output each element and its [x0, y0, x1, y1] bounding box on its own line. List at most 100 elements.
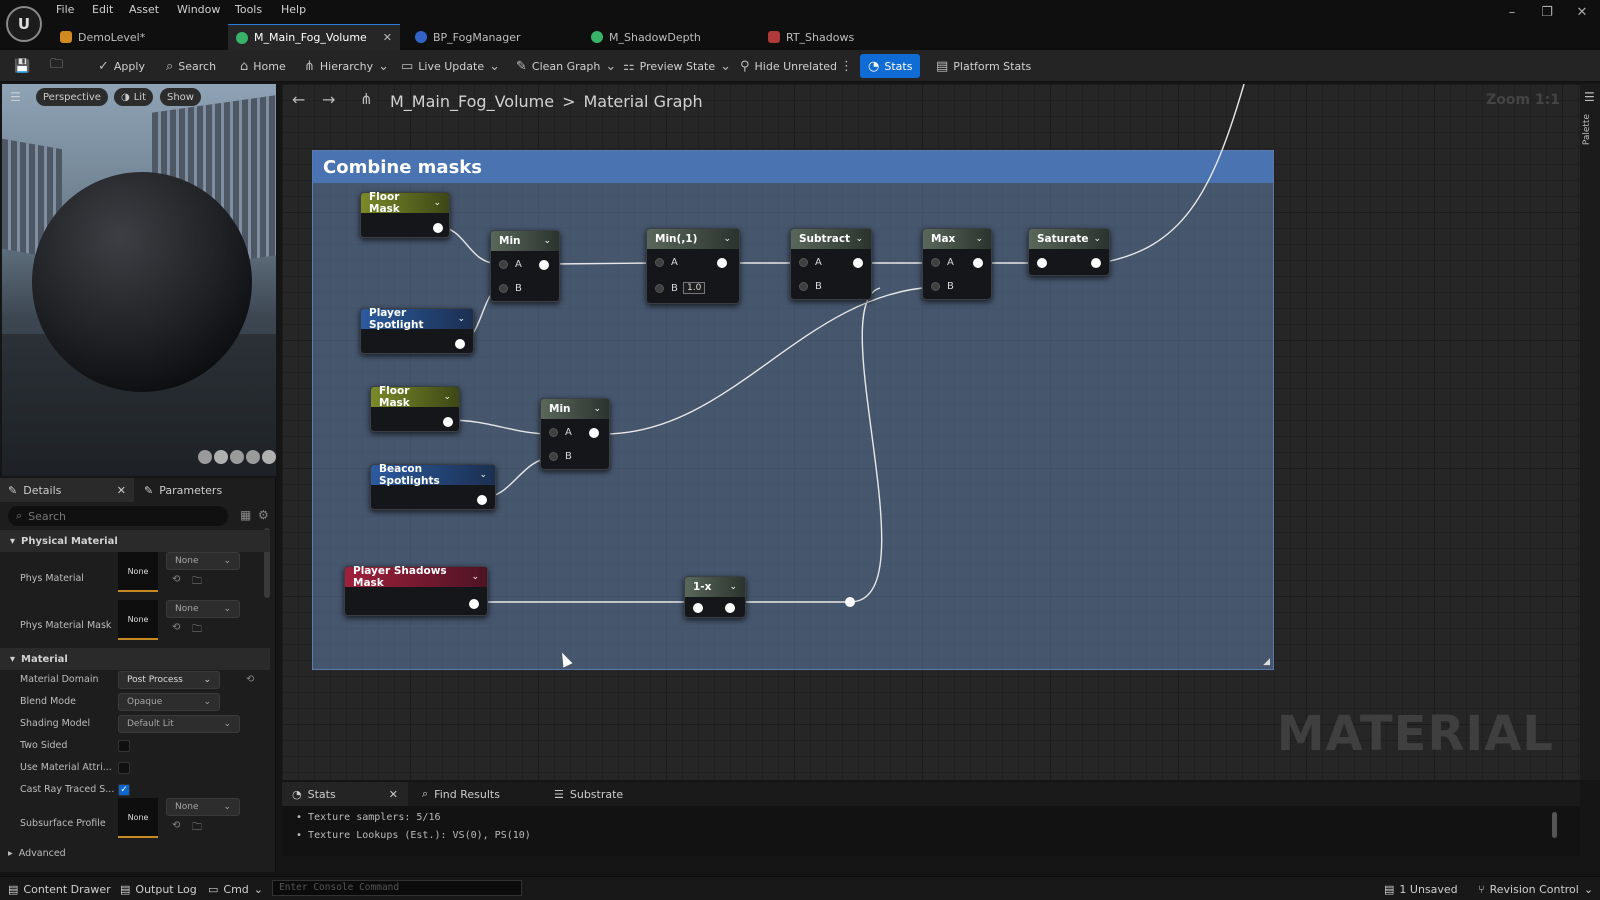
cast-ray-traced-shadows-checkbox[interactable]: ✓ — [118, 784, 130, 796]
menu-help[interactable]: Help — [281, 3, 306, 16]
output-pin[interactable] — [433, 223, 443, 233]
section-physical-material[interactable]: ▾ Physical Material — [0, 530, 270, 552]
reset-icon[interactable]: ⟲ — [172, 574, 180, 585]
stats-button[interactable]: ◔ Stats — [860, 54, 921, 78]
preview-sphere-icon[interactable] — [214, 450, 228, 464]
output-pin[interactable] — [539, 260, 549, 270]
chevron-down-icon[interactable]: ⌄ — [593, 404, 601, 414]
menu-edit[interactable]: Edit — [92, 3, 113, 16]
browse-asset-icon[interactable]: 🗀 — [192, 622, 202, 639]
output-pin[interactable] — [725, 603, 735, 613]
output-pin[interactable] — [717, 258, 727, 268]
table-view-icon[interactable]: ▦ — [240, 508, 251, 522]
menu-tools[interactable]: Tools — [235, 3, 262, 16]
node-floor-mask[interactable]: Floor Mask ⌄ — [360, 191, 450, 238]
preview-cube-icon[interactable] — [246, 450, 260, 464]
input-pin[interactable] — [693, 603, 703, 613]
output-pin[interactable] — [477, 495, 487, 505]
chevron-down-icon[interactable]: ⌄ — [471, 572, 479, 582]
node-saturate[interactable]: Saturate ⌄ — [1028, 228, 1110, 276]
close-window-icon[interactable]: ✕ — [1568, 2, 1596, 24]
output-pin[interactable] — [469, 599, 479, 609]
clean-graph-button[interactable]: ✎ Clean Graph ⌄ — [512, 54, 620, 78]
node-subtract[interactable]: Subtract ⌄ A B — [790, 228, 872, 300]
output-pin[interactable] — [973, 258, 983, 268]
phys-material-thumbnail[interactable]: None — [118, 552, 158, 592]
node-min-2[interactable]: Min ⌄ A B — [540, 398, 610, 470]
reset-icon[interactable]: ⟲ — [172, 820, 180, 831]
restore-icon[interactable]: ❐ — [1533, 2, 1561, 24]
input-pin-b[interactable] — [799, 282, 808, 291]
preview-mesh-icon[interactable] — [262, 450, 276, 464]
section-material[interactable]: ▾ Material — [0, 648, 270, 670]
tab-find-results[interactable]: ⌕ Find Results — [412, 782, 538, 806]
menu-window[interactable]: Window — [177, 3, 220, 16]
output-pin[interactable] — [589, 428, 599, 438]
node-max[interactable]: Max ⌄ A B — [922, 228, 992, 300]
preview-cylinder-icon[interactable] — [198, 450, 212, 464]
chevron-down-icon[interactable]: ⌄ — [723, 234, 731, 244]
close-tab-icon[interactable]: ✕ — [117, 484, 126, 497]
chevron-down-icon[interactable]: ⌄ — [855, 234, 863, 244]
browse-asset-icon[interactable]: 🗀 — [192, 820, 202, 837]
preview-shape-buttons[interactable] — [198, 450, 276, 464]
shading-model-dropdown[interactable]: Default Lit ⌄ — [118, 715, 240, 733]
tab-details[interactable]: ✎ Details ✕ — [0, 478, 134, 502]
tab-m-shadowdepth[interactable]: M_ShadowDepth — [583, 24, 753, 50]
input-pin-b[interactable] — [655, 284, 664, 293]
use-material-attributes-checkbox[interactable] — [118, 762, 130, 774]
home-button[interactable]: ⌂ Home — [236, 54, 290, 78]
phys-material-mask-dropdown[interactable]: None ⌄ — [166, 600, 240, 618]
tab-demolevel[interactable]: DemoLevel* — [52, 24, 222, 50]
chevron-down-icon[interactable]: ⌄ — [433, 198, 441, 208]
node-player-shadows-mask[interactable]: Player Shadows Mask ⌄ — [344, 565, 488, 616]
browse-asset-icon[interactable]: 🗀 — [192, 574, 202, 591]
viewport-menu-icon[interactable]: ☰ — [10, 90, 21, 104]
platform-stats-button[interactable]: ▤ Platform Stats — [932, 54, 1035, 78]
input-pin-a[interactable] — [931, 258, 940, 267]
chevron-down-icon[interactable]: ⌄ — [1093, 234, 1101, 244]
tab-m-main-fog-volume[interactable]: M_Main_Fog_Volume ✕ — [228, 24, 400, 50]
minimize-icon[interactable]: – — [1498, 2, 1526, 24]
input-pin-b[interactable] — [931, 282, 940, 291]
tab-rt-shadows[interactable]: RT_Shadows — [760, 24, 930, 50]
chevron-down-icon[interactable]: ⌄ — [543, 236, 551, 246]
two-sided-checkbox[interactable] — [118, 740, 130, 752]
material-graph-canvas[interactable]: ← → ⋔ M_Main_Fog_Volume > Material Graph… — [282, 84, 1580, 780]
node-one-minus[interactable]: 1-x ⌄ — [684, 576, 746, 618]
output-pin[interactable] — [853, 258, 863, 268]
close-tab-icon[interactable]: ✕ — [383, 31, 392, 44]
close-tab-icon[interactable]: ✕ — [389, 788, 398, 801]
chevron-down-icon[interactable]: ⌄ — [457, 314, 465, 324]
phys-material-dropdown[interactable]: None ⌄ — [166, 552, 240, 570]
console-command-input[interactable]: Enter Console Command — [272, 880, 522, 896]
search-button[interactable]: ⌕ Search — [162, 54, 220, 78]
menu-asset[interactable]: Asset — [129, 3, 159, 16]
tab-bp-fogmanager[interactable]: BP_FogManager — [407, 24, 577, 50]
save-icon[interactable]: 💾 — [10, 54, 34, 78]
chevron-down-icon[interactable]: ⌄ — [479, 470, 487, 480]
node-player-spotlight[interactable]: Player Spotlight ⌄ — [360, 307, 474, 354]
input-pin-a[interactable] — [799, 258, 808, 267]
apply-button[interactable]: ✓ Apply — [94, 54, 149, 78]
browse-icon[interactable]: 🗀 — [46, 54, 67, 78]
palette-menu-icon[interactable]: ☰ — [1584, 90, 1595, 104]
phys-material-mask-thumbnail[interactable]: None — [118, 600, 158, 640]
preview-plane-icon[interactable] — [230, 450, 244, 464]
input-pin-a[interactable] — [499, 260, 508, 269]
input-pin-a[interactable] — [655, 258, 664, 267]
reset-icon[interactable]: ⟲ — [172, 622, 180, 633]
node-min-const[interactable]: Min(,1) ⌄ A B 1.0 — [646, 228, 740, 304]
advanced-section[interactable]: ▸ Advanced — [8, 848, 66, 859]
chevron-down-icon[interactable]: ⌄ — [443, 392, 451, 402]
chevron-down-icon[interactable]: ⌄ — [975, 234, 983, 244]
content-drawer-button[interactable]: ▤ Content Drawer — [8, 881, 111, 897]
perspective-button[interactable]: Perspective — [36, 88, 108, 106]
reroute-node[interactable] — [845, 597, 855, 607]
reset-to-default-icon[interactable]: ⟲ — [246, 674, 254, 685]
lit-button[interactable]: ◑ Lit — [114, 88, 154, 106]
show-button[interactable]: Show — [160, 88, 201, 106]
input-pin-a[interactable] — [549, 428, 558, 437]
live-update-button[interactable]: ▭ Live Update ⌄ — [397, 54, 504, 78]
b-constant-input[interactable]: 1.0 — [683, 282, 706, 294]
